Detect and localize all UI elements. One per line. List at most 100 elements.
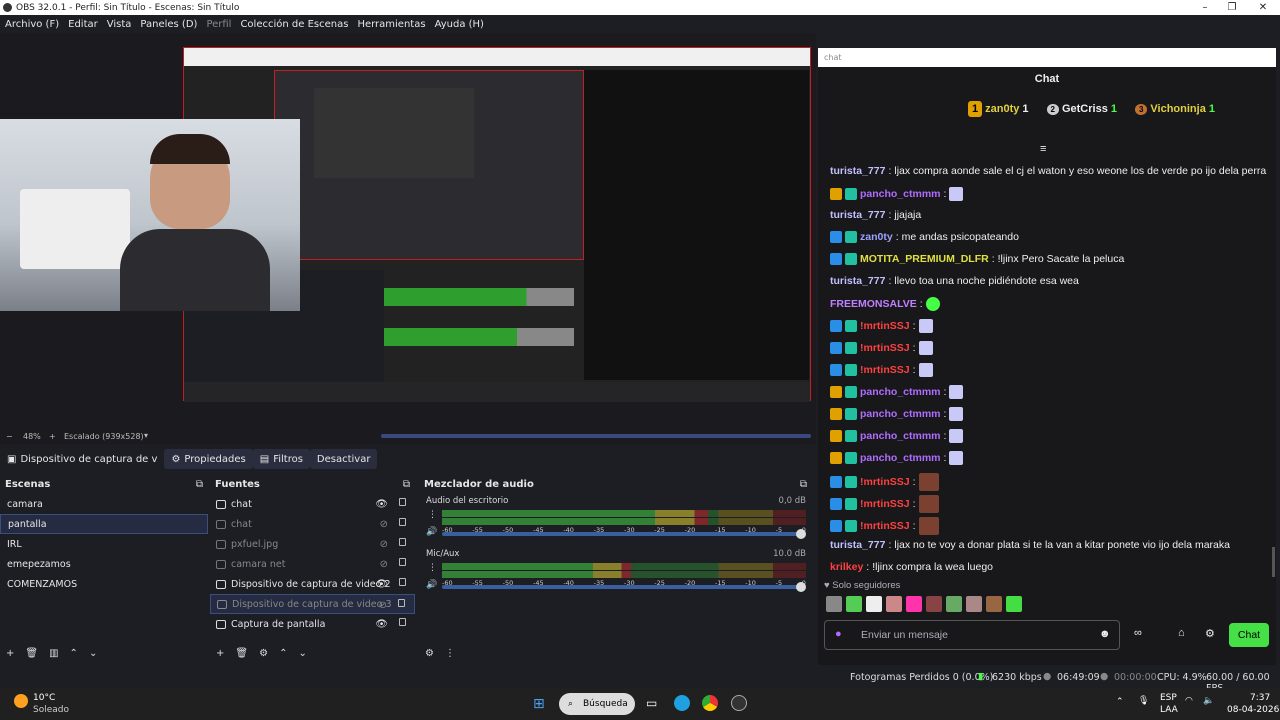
emote-icon[interactable] bbox=[846, 596, 862, 612]
speaker-icon[interactable]: 🔊 bbox=[426, 527, 437, 537]
lock-icon[interactable] bbox=[399, 578, 406, 586]
chat-username[interactable]: pancho_ctmmm bbox=[860, 452, 941, 464]
eye-hidden-icon[interactable]: ⊘ bbox=[380, 539, 388, 550]
chat-username[interactable]: !mrtinSSJ bbox=[860, 342, 910, 354]
source-item[interactable]: camara net ⊘ bbox=[210, 554, 415, 574]
move-up-icon[interactable]: ⌃ bbox=[279, 648, 287, 659]
scene-item[interactable]: camara bbox=[0, 494, 208, 514]
source-item[interactable]: chat ⊘ bbox=[210, 514, 415, 534]
scale-dropdown-icon[interactable]: ▾ bbox=[144, 431, 148, 440]
volume-icon[interactable]: 🔈 bbox=[1203, 696, 1214, 706]
chat-username[interactable]: zan0ty bbox=[860, 231, 893, 243]
chat-username[interactable]: !mrtinSSJ bbox=[860, 498, 910, 510]
store-icon[interactable]: ⌂ bbox=[1178, 627, 1185, 639]
minimize-icon[interactable]: – bbox=[1190, 0, 1220, 15]
chat-username[interactable]: krilkey bbox=[830, 561, 863, 573]
taskbar-search[interactable]: ⌕ Búsqueda bbox=[559, 693, 635, 715]
chat-username[interactable]: turista_777 bbox=[830, 539, 885, 551]
chat-username[interactable]: pancho_ctmmm bbox=[860, 408, 941, 420]
undock-icon[interactable]: ⧉ bbox=[403, 479, 410, 490]
eye-hidden-icon[interactable]: ⊘ bbox=[379, 600, 387, 611]
emote-icon[interactable] bbox=[966, 596, 982, 612]
emote-icon[interactable] bbox=[826, 596, 842, 612]
scene-item[interactable]: IRL bbox=[0, 534, 208, 554]
task-view-icon[interactable]: ▭ bbox=[646, 696, 657, 710]
chat-username[interactable]: !mrtinSSJ bbox=[860, 320, 910, 332]
menu-perfil[interactable]: Perfil bbox=[206, 19, 231, 30]
advanced-audio-icon[interactable]: ⚙ bbox=[425, 648, 434, 659]
menu-icon[interactable]: ≡ bbox=[1040, 143, 1046, 155]
zoom-in-icon[interactable]: + bbox=[49, 432, 56, 441]
volume-slider[interactable] bbox=[442, 529, 806, 539]
lock-icon[interactable] bbox=[399, 558, 406, 566]
lock-icon[interactable] bbox=[398, 599, 405, 607]
zoom-out-icon[interactable]: − bbox=[6, 432, 13, 441]
menu-ayuda[interactable]: Ayuda (H) bbox=[435, 19, 484, 30]
menu-coleccion[interactable]: Colección de Escenas bbox=[240, 19, 348, 30]
chat-username[interactable]: pancho_ctmmm bbox=[860, 386, 941, 398]
scene-item-selected[interactable]: pantalla bbox=[0, 514, 208, 534]
chat-scrollbar[interactable] bbox=[1272, 547, 1275, 577]
chat-username[interactable]: turista_777 bbox=[830, 209, 885, 221]
menu-editar[interactable]: Editar bbox=[68, 19, 98, 30]
lock-icon[interactable] bbox=[399, 498, 406, 506]
chat-username[interactable]: FREEMONSALVE bbox=[830, 298, 917, 310]
remove-scene-icon[interactable]: 🗑 bbox=[25, 648, 38, 659]
preview-canvas[interactable] bbox=[0, 33, 816, 430]
emote-icon[interactable] bbox=[906, 596, 922, 612]
chat-username[interactable]: MOTITA_PREMIUM_DLFR bbox=[860, 253, 989, 265]
volume-slider-knob[interactable] bbox=[796, 582, 806, 592]
more-options-icon[interactable]: ⋮ bbox=[428, 563, 437, 573]
settings-gear-icon[interactable]: ⚙ bbox=[1205, 627, 1215, 640]
move-down-icon[interactable]: ⌄ bbox=[89, 648, 97, 659]
menu-herramientas[interactable]: Herramientas bbox=[357, 19, 425, 30]
chat-username[interactable]: pancho_ctmmm bbox=[860, 430, 941, 442]
maximize-icon[interactable]: ❐ bbox=[1217, 0, 1247, 15]
eye-hidden-icon[interactable]: ⊘ bbox=[380, 519, 388, 530]
edge-icon[interactable] bbox=[674, 695, 690, 711]
source-item[interactable]: pxfuel.jpg ⊘ bbox=[210, 534, 415, 554]
properties-button[interactable]: ⚙ Propiedades bbox=[164, 449, 253, 469]
obs-icon[interactable] bbox=[731, 695, 747, 711]
menu-vista[interactable]: Vista bbox=[107, 19, 132, 30]
lock-icon[interactable] bbox=[399, 518, 406, 526]
chat-dock-urlbar[interactable]: chat bbox=[818, 48, 1276, 67]
emote-icon[interactable] bbox=[1006, 596, 1022, 612]
source-item[interactable]: chat 👁 bbox=[210, 494, 415, 514]
language-1[interactable]: ESP bbox=[1160, 693, 1177, 703]
move-down-icon[interactable]: ⌄ bbox=[298, 648, 306, 659]
source-item[interactable]: Dispositivo de captura de video 2 👁 bbox=[210, 574, 415, 594]
chat-username[interactable]: pancho_ctmmm bbox=[860, 188, 941, 200]
lock-icon[interactable] bbox=[399, 618, 406, 626]
move-up-icon[interactable]: ⌃ bbox=[70, 648, 78, 659]
filters-button[interactable]: ▤ Filtros bbox=[252, 449, 310, 469]
emote-icon[interactable] bbox=[866, 596, 882, 612]
source-item-selected[interactable]: Dispositivo de captura de video 3 ⊘ bbox=[210, 594, 415, 614]
clock-time[interactable]: 7:37 bbox=[1250, 693, 1270, 703]
webcam-video-feed[interactable] bbox=[0, 119, 300, 311]
deactivate-button[interactable]: Desactivar bbox=[309, 449, 378, 469]
clock-date[interactable]: 08-04-2026 bbox=[1227, 705, 1279, 715]
chat-username[interactable]: !mrtinSSJ bbox=[860, 364, 910, 376]
emote-icon[interactable] bbox=[926, 596, 942, 612]
volume-slider[interactable] bbox=[442, 582, 806, 592]
emote-icon[interactable] bbox=[986, 596, 1002, 612]
more-options-icon[interactable]: ⋮ bbox=[428, 510, 437, 520]
more-options-icon[interactable]: ⋮ bbox=[445, 648, 455, 659]
undock-icon[interactable]: ⧉ bbox=[800, 479, 807, 490]
eye-icon[interactable]: 👁 bbox=[375, 579, 388, 590]
chat-username[interactable]: turista_777 bbox=[830, 165, 885, 177]
scene-item[interactable]: emepezamos bbox=[0, 554, 208, 574]
bits-icon[interactable]: ∞ bbox=[1134, 627, 1142, 639]
add-source-icon[interactable]: + bbox=[216, 648, 224, 659]
language-2[interactable]: LAA bbox=[1160, 705, 1178, 715]
chat-username[interactable]: !mrtinSSJ bbox=[860, 520, 910, 532]
source-properties-icon[interactable]: ⚙ bbox=[259, 648, 268, 659]
eye-hidden-icon[interactable]: ⊘ bbox=[380, 559, 388, 570]
preview-scrollbar[interactable] bbox=[381, 434, 811, 438]
wifi-icon[interactable]: ◠ bbox=[1185, 696, 1193, 706]
chevron-up-icon[interactable]: ⌃ bbox=[1116, 697, 1124, 707]
mic-tray-icon[interactable]: 🎙 bbox=[1138, 696, 1149, 706]
emote-icon[interactable] bbox=[886, 596, 902, 612]
close-icon[interactable]: ✕ bbox=[1248, 0, 1278, 15]
